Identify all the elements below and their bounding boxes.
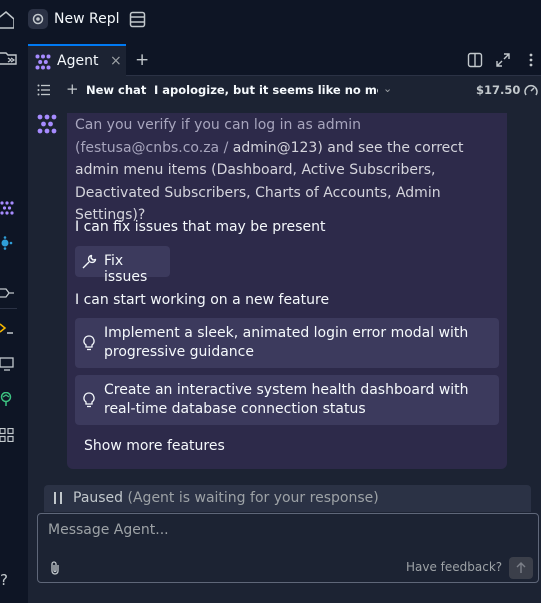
tab-agent-label: Agent	[57, 53, 99, 69]
tab-agent[interactable]: Agent ×	[28, 44, 126, 76]
plus-icon[interactable]: +	[66, 80, 79, 98]
chat-list-icon[interactable]	[37, 83, 51, 97]
more-options-icon[interactable]	[523, 52, 539, 68]
feature-suggestion-text: Implement a sleek, animated login error …	[104, 325, 469, 360]
deploy-tree-icon[interactable]	[0, 390, 18, 408]
git-merge-icon[interactable]	[0, 284, 18, 302]
pause-icon	[54, 492, 62, 504]
paused-label: Paused	[73, 490, 124, 506]
show-more-features-button[interactable]: Show more features	[84, 438, 225, 454]
rail-divider	[0, 308, 17, 309]
top-bar: New Repl	[0, 0, 541, 40]
usage-cost: $17.50	[476, 83, 521, 97]
assistant-rail-icon[interactable]	[0, 234, 18, 252]
home-icon[interactable]	[0, 10, 14, 30]
paused-text: Paused (Agent is waiting for your respon…	[73, 490, 379, 506]
fix-issues-label: Fix issues	[104, 253, 148, 285]
left-rail	[0, 40, 26, 603]
feature-heading: I can start working on a new feature	[75, 292, 330, 308]
files-icon[interactable]	[0, 50, 18, 68]
usage-gauge-icon[interactable]	[524, 83, 538, 97]
repl-icon[interactable]	[28, 9, 48, 29]
agent-rail-icon[interactable]	[0, 199, 18, 217]
maximize-icon[interactable]	[495, 52, 511, 68]
paused-note: (Agent is waiting for your response)	[127, 490, 379, 506]
layout-icon[interactable]	[129, 11, 146, 28]
feature-suggestion-text: Create an interactive system health dash…	[104, 382, 469, 417]
repl-name[interactable]: New Repl	[54, 11, 119, 27]
feedback-link[interactable]: Have feedback?	[406, 560, 502, 574]
feature-suggestion[interactable]: Create an interactive system health dash…	[75, 375, 499, 425]
fix-heading: I can fix issues that may be present	[75, 219, 326, 235]
close-tab-icon[interactable]: ×	[110, 53, 122, 69]
message-input[interactable]	[48, 522, 518, 546]
fix-issues-button[interactable]: Fix issues	[75, 246, 170, 285]
help-icon[interactable]: ?	[0, 571, 8, 589]
add-tab-button[interactable]: +	[135, 50, 149, 70]
lightbulb-icon	[83, 335, 95, 351]
arrow-up-icon	[516, 562, 526, 573]
send-button[interactable]	[509, 557, 533, 579]
lightbulb-icon	[83, 392, 95, 408]
feature-suggestion[interactable]: Implement a sleek, animated login error …	[75, 318, 499, 368]
agent-message-text: Can you verify if you can log in as admi…	[75, 114, 495, 227]
chat-toolbar: + New chat I apologize, but it seems lik…	[28, 76, 541, 104]
attach-paperclip-icon[interactable]	[49, 560, 61, 576]
agent-avatar-icon	[37, 114, 57, 134]
tab-bar: Agent × +	[28, 44, 541, 76]
chevron-down-icon[interactable]: ⌄	[383, 82, 392, 95]
new-chat-button[interactable]: New chat	[86, 83, 146, 97]
split-pane-icon[interactable]	[467, 52, 483, 68]
chat-title[interactable]: I apologize, but it seems like no messa.…	[154, 83, 378, 97]
console-icon[interactable]	[0, 319, 18, 337]
agent-panel: Agent × + + New chat I apologize, but it…	[28, 44, 541, 603]
apps-grid-icon[interactable]	[0, 426, 18, 444]
monitor-icon[interactable]	[0, 355, 18, 373]
message-input-box: Have feedback?	[37, 513, 539, 583]
paused-status-bar: Paused (Agent is waiting for your respon…	[44, 485, 531, 512]
wrench-icon	[82, 254, 97, 269]
agent-tab-icon	[35, 54, 51, 70]
